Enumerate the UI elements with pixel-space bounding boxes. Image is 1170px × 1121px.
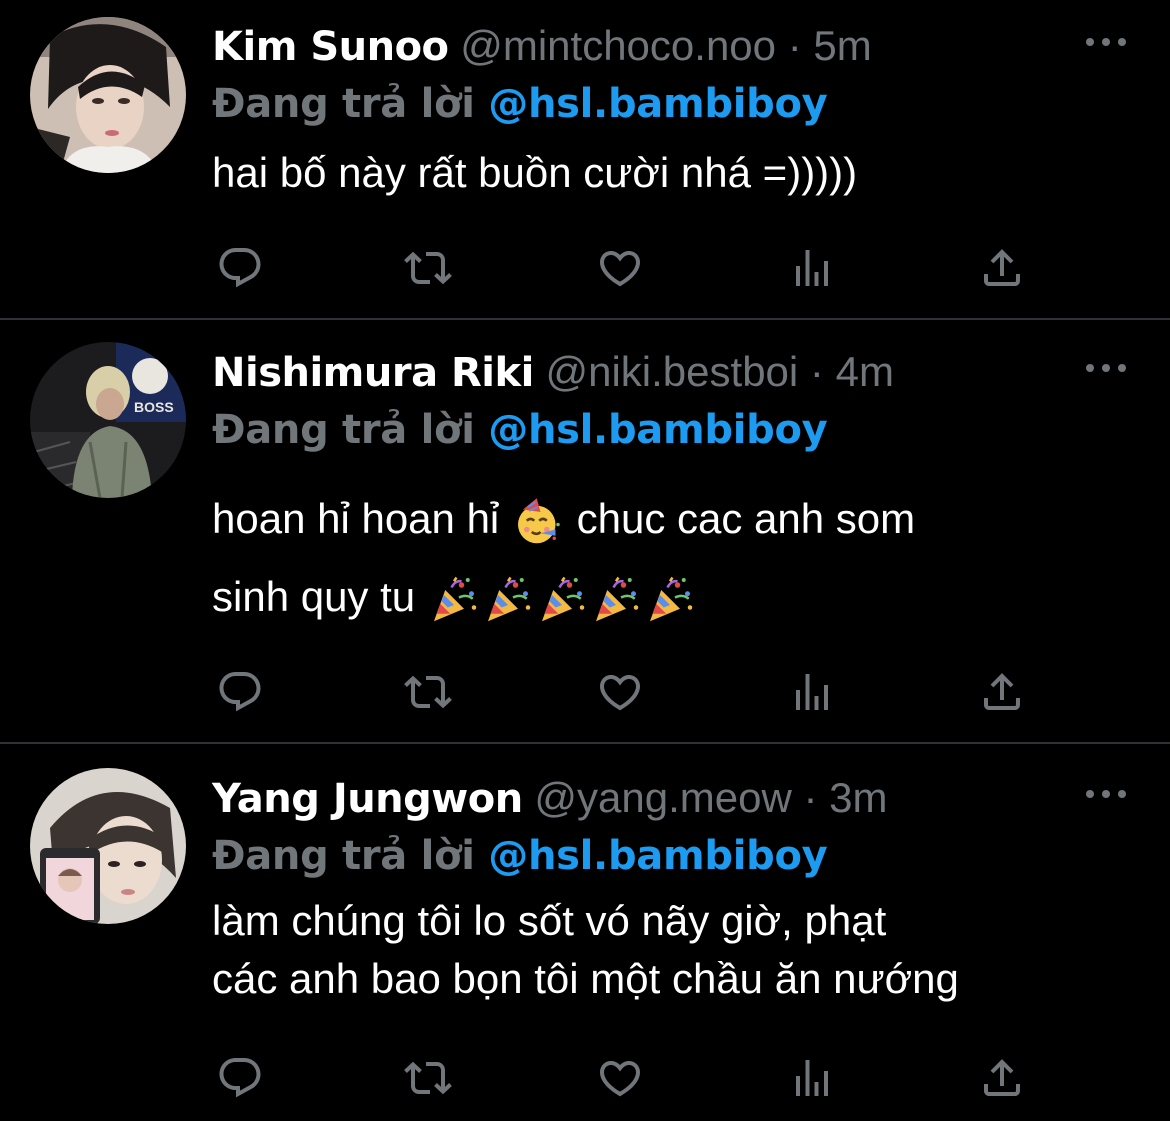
user-handle[interactable]: @mintchoco.noo (460, 22, 776, 69)
avatar[interactable] (30, 768, 186, 924)
separator-dot: · (809, 348, 824, 395)
display-name[interactable]: Kim Sunoo (212, 24, 449, 70)
like-icon[interactable] (592, 1050, 648, 1106)
tweet-actions (212, 1050, 1032, 1106)
more-options-icon[interactable] (1086, 784, 1126, 804)
party-popper-emoji (591, 575, 641, 625)
tweet-text: làm chúng tôi lo sốt vó nãy giờ, phạt cá… (212, 892, 1130, 1008)
retweet-icon[interactable] (400, 1050, 456, 1106)
display-name[interactable]: Yang Jungwon (212, 776, 523, 822)
partying-face-emoji (513, 497, 563, 547)
tweet-1[interactable]: Kim Sunoo @mintchoco.noo · 5m Đang trả l… (0, 0, 1170, 320)
reply-icon[interactable] (212, 240, 268, 296)
more-options-icon[interactable] (1086, 32, 1126, 52)
timestamp[interactable]: 5m (813, 22, 871, 69)
tweet-text-fragment: chuc cac anh som (576, 495, 916, 542)
tweet-text-line: làm chúng tôi lo sốt vó nãy giờ, phạt (212, 897, 887, 944)
separator-dot: · (787, 22, 802, 69)
share-icon[interactable] (974, 240, 1030, 296)
tweet-text-line: các anh bao bọn tôi một chầu ăn nướng (212, 955, 959, 1002)
replying-label: Đang trả lời (212, 833, 475, 879)
like-icon[interactable] (592, 664, 648, 720)
replying-label: Đang trả lời (212, 407, 475, 453)
tweet-actions (212, 240, 1032, 296)
user-handle[interactable]: @yang.meow (534, 774, 791, 821)
tweet-header: Kim Sunoo @mintchoco.noo · 5m (212, 18, 1130, 74)
timestamp[interactable]: 4m (836, 348, 894, 395)
like-icon[interactable] (592, 240, 648, 296)
more-options-icon[interactable] (1086, 358, 1126, 378)
party-popper-emoji (537, 575, 587, 625)
reply-icon[interactable] (212, 1050, 268, 1106)
mention-link[interactable]: @hsl.bambiboy (488, 833, 827, 879)
tweet-3[interactable]: Yang Jungwon @yang.meow · 3m Đang trả lờ… (0, 744, 1170, 1121)
tweet-text-line: sinh quy tu (212, 558, 1130, 636)
tweet-header: Yang Jungwon @yang.meow · 3m (212, 770, 1130, 826)
display-name[interactable]: Nishimura Riki (212, 350, 534, 396)
party-popper-emoji (483, 575, 533, 625)
mention-link[interactable]: @hsl.bambiboy (488, 81, 827, 127)
mention-link[interactable]: @hsl.bambiboy (488, 407, 827, 453)
retweet-icon[interactable] (400, 240, 456, 296)
avatar[interactable]: BOSS (30, 342, 186, 498)
user-handle[interactable]: @niki.bestboi (545, 348, 798, 395)
views-icon[interactable] (784, 664, 840, 720)
replying-to: Đang trả lời @hsl.bambiboy (212, 826, 1130, 886)
views-icon[interactable] (784, 1050, 840, 1106)
separator-dot: · (803, 774, 818, 821)
replying-to: Đang trả lời @hsl.bambiboy (212, 400, 1130, 460)
avatar[interactable] (30, 17, 186, 173)
reply-icon[interactable] (212, 664, 268, 720)
tweet-2[interactable]: BOSS Nishimura Riki @niki.bestboi · 4m Đ… (0, 320, 1170, 744)
tweet-actions (212, 664, 1032, 720)
party-popper-emoji (429, 575, 479, 625)
tweet-text-line: hoan hỉ hoan hỉ chuc cac anh som (212, 480, 1130, 558)
tweet-header: Nishimura Riki @niki.bestboi · 4m (212, 344, 1130, 400)
svg-text:BOSS: BOSS (134, 399, 174, 415)
retweet-icon[interactable] (400, 664, 456, 720)
reply-feed: Kim Sunoo @mintchoco.noo · 5m Đang trả l… (0, 0, 1170, 1121)
replying-to: Đang trả lời @hsl.bambiboy (212, 74, 1130, 134)
replying-label: Đang trả lời (212, 81, 475, 127)
tweet-text-line: hai bố này rất buồn cười nhá =))))) (212, 149, 858, 196)
tweet-text-fragment: hoan hỉ hoan hỉ (212, 495, 500, 542)
tweet-text: hai bố này rất buồn cười nhá =))))) (212, 134, 1130, 212)
tweet-text-fragment: sinh quy tu (212, 573, 416, 620)
share-icon[interactable] (974, 664, 1030, 720)
views-icon[interactable] (784, 240, 840, 296)
share-icon[interactable] (974, 1050, 1030, 1106)
tweet-text: hoan hỉ hoan hỉ chuc cac anh som sinh qu… (212, 480, 1130, 636)
timestamp[interactable]: 3m (829, 774, 887, 821)
party-popper-emoji (645, 575, 695, 625)
